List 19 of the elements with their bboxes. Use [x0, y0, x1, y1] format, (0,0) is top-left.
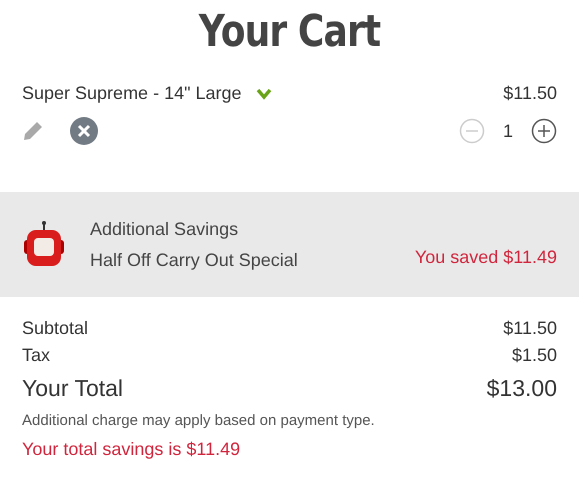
total-savings: Your total savings is $11.49 — [22, 438, 242, 461]
savings-heading: Additional Savings — [90, 218, 240, 241]
summary-value: $13.00 — [486, 374, 557, 403]
quantity: 1 — [502, 120, 513, 142]
pencil-icon[interactable] — [22, 120, 44, 142]
remove-icon[interactable] — [70, 117, 98, 145]
summary-value: $1.50 — [512, 344, 557, 367]
page-title: Your Cart — [198, 5, 382, 59]
summary-label: Your Total — [22, 374, 124, 403]
payment-note: Additional charge may apply based on payment type. — [22, 410, 376, 430]
item-name: Super Supreme - 14" Large — [22, 82, 242, 105]
summary-label: Subtotal — [22, 317, 88, 340]
summary-label: Tax — [22, 344, 50, 367]
saved-amount: You saved $11.49 — [414, 246, 557, 269]
increase-button[interactable] — [531, 118, 557, 144]
item-price: $11.50 — [503, 82, 557, 105]
deal-name: Half Off Carry Out Special — [90, 248, 298, 272]
chevron-down-icon[interactable] — [256, 88, 272, 100]
summary-value: $11.50 — [503, 317, 557, 340]
